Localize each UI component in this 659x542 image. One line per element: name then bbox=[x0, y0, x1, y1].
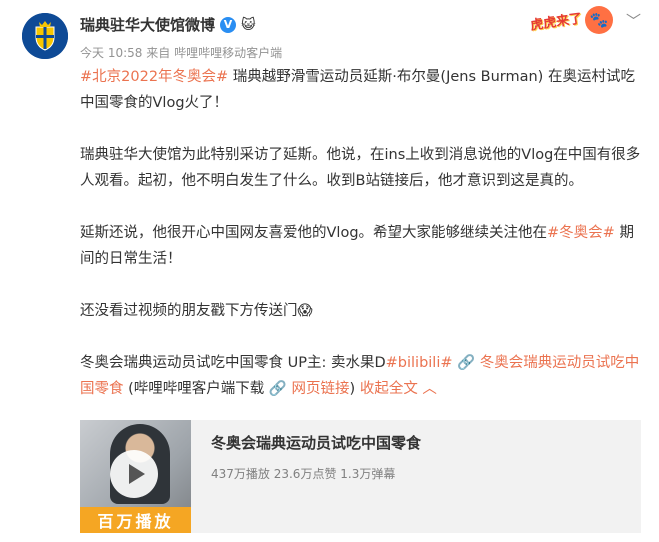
post-time[interactable]: 今天 10:58 bbox=[80, 46, 142, 60]
video-card-info: 冬奥会瑞典运动员试吃中国零食 437万播放 23.6万点赞 1.3万弹幕 bbox=[191, 420, 421, 533]
topic-link-winter-olympics[interactable]: #冬奥会# bbox=[547, 225, 615, 241]
web-link[interactable]: 网页链接 bbox=[287, 381, 350, 397]
post-source[interactable]: 哔哩哔哩移动客户端 bbox=[174, 46, 282, 60]
corner-brand-text: 虎虎来了 bbox=[529, 10, 584, 34]
paragraph-3-text: 延斯还说，他很开心中国网友喜爱他的Vlog。希望大家能够继续关注他在 bbox=[80, 225, 548, 241]
topic-link-beijing-2022[interactable]: #北京2022年冬奥会# bbox=[80, 69, 228, 85]
avatar[interactable] bbox=[22, 13, 68, 59]
account-name-row: 瑞典驻华大使馆微博 V 😺 bbox=[80, 14, 256, 35]
source-prefix: 来自 bbox=[146, 46, 171, 60]
play-icon[interactable] bbox=[110, 450, 158, 498]
account-name[interactable]: 瑞典驻华大使馆微博 bbox=[80, 14, 215, 35]
member-badge-icon[interactable]: 😺 bbox=[241, 17, 256, 33]
paragraph-2: 瑞典驻华大使馆为此特别采访了延斯。他说，在ins上收到消息说他的Vlog在中国有… bbox=[80, 147, 641, 189]
client-note: (哔哩哔哩客户端下载 bbox=[123, 381, 269, 397]
popularity-tag: 百万播放 bbox=[80, 507, 191, 533]
web-link-icon: 🔗 bbox=[268, 381, 287, 397]
link-icon: 🔗 bbox=[457, 355, 476, 371]
post-meta: 今天 10:58 来自 哔哩哔哩移动客户端 bbox=[80, 44, 282, 61]
video-title[interactable]: 冬奥会瑞典运动员试吃中国零食 bbox=[211, 432, 421, 453]
post-content: #北京2022年冬奥会# 瑞典越野滑雪运动员延斯·布尔曼(Jens Burman… bbox=[80, 64, 648, 402]
paragraph-5-text: 冬奥会瑞典运动员试吃中国零食 UP主: 卖水果D bbox=[80, 355, 386, 371]
paragraph-4: 还没看过视频的朋友戳下方传送门😱 bbox=[80, 303, 313, 319]
paragraph-3: 延斯还说，他很开心中国网友喜爱他的Vlog。希望大家能够继续关注他在#冬奥会# … bbox=[80, 220, 648, 272]
corner-decoration: 虎虎来了 🐾 bbox=[529, 6, 613, 34]
collapse-button[interactable]: 收起全文 ︿ bbox=[355, 381, 437, 397]
chevron-down-icon[interactable]: ﹀ bbox=[626, 10, 641, 31]
paragraph-5: 冬奥会瑞典运动员试吃中国零食 UP主: 卖水果D#bilibili# 🔗 冬奥会… bbox=[80, 350, 648, 402]
video-thumbnail[interactable]: 百万播放 bbox=[80, 420, 191, 533]
video-card[interactable]: 百万播放 冬奥会瑞典运动员试吃中国零食 437万播放 23.6万点赞 1.3万弹… bbox=[80, 420, 641, 533]
paragraph-1: #北京2022年冬奥会# 瑞典越野滑雪运动员延斯·布尔曼(Jens Burman… bbox=[80, 64, 648, 116]
paw-icon: 🐾 bbox=[585, 6, 613, 34]
topic-link-bilibili[interactable]: #bilibili# bbox=[386, 355, 453, 371]
swedish-crest-icon bbox=[22, 13, 68, 59]
verified-badge-icon: V bbox=[220, 16, 237, 33]
video-stats: 437万播放 23.6万点赞 1.3万弹幕 bbox=[211, 467, 396, 481]
